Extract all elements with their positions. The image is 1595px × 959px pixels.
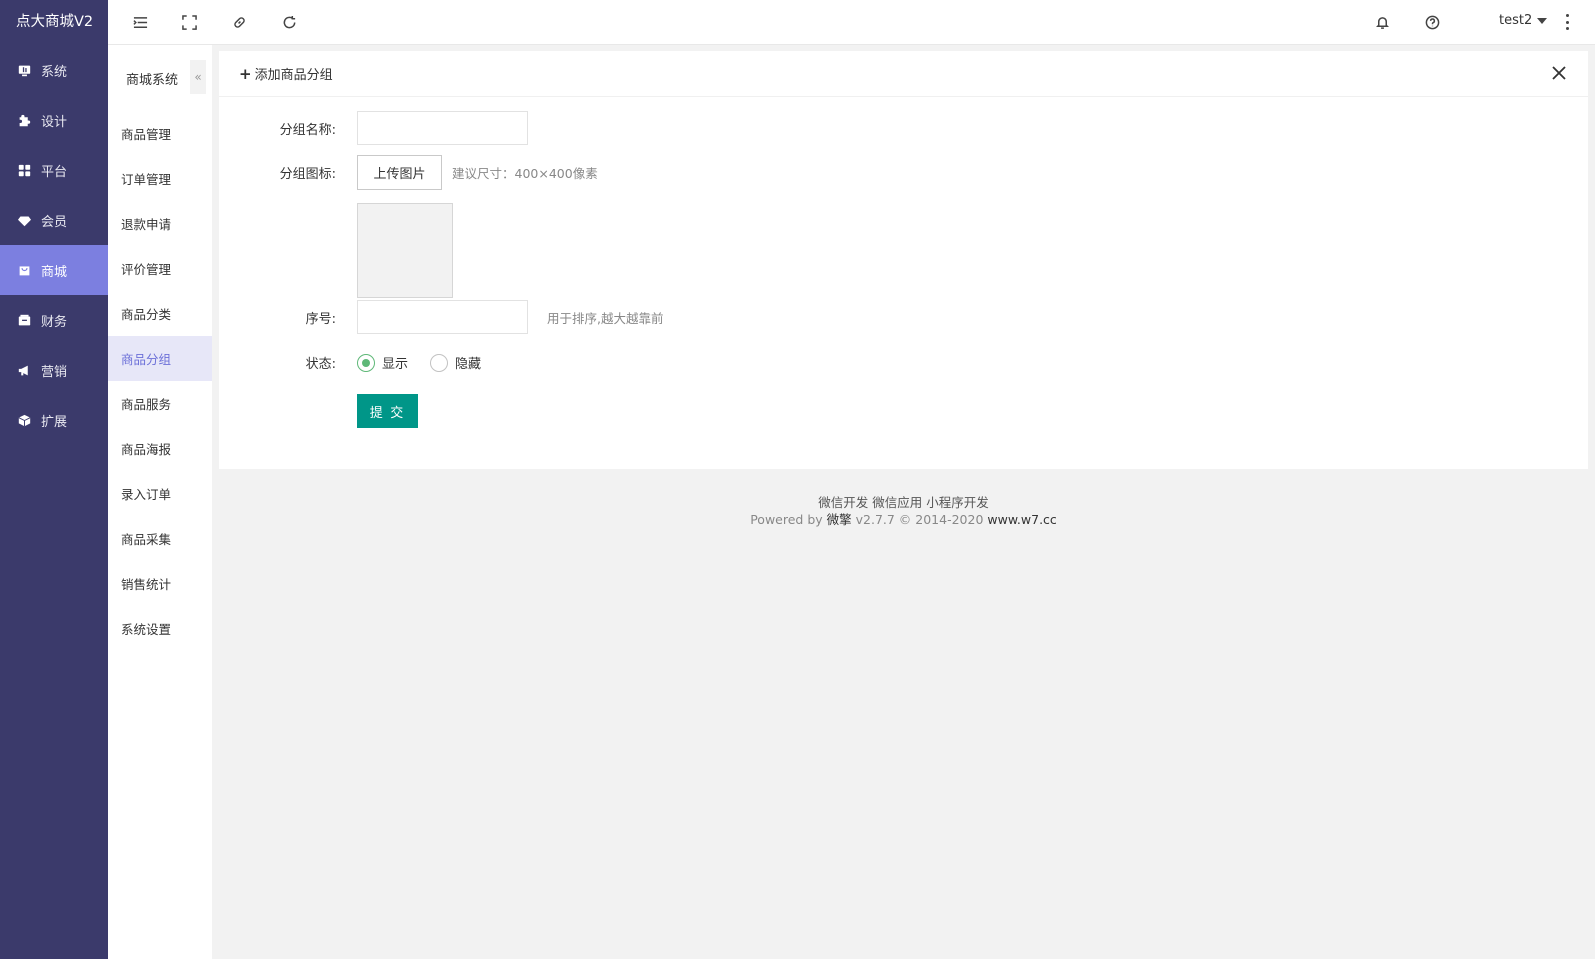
link-icon[interactable]: [230, 13, 248, 31]
sub-nav-item-categories[interactable]: 商品分类: [108, 291, 212, 336]
group-name-field-wrap: [357, 111, 528, 145]
card-title: 添加商品分组: [254, 68, 333, 83]
sub-nav-item-orders[interactable]: 订单管理: [108, 156, 212, 201]
menu-toggle-icon[interactable]: [131, 13, 149, 31]
main-nav-label: 营销: [41, 364, 68, 380]
submit-button[interactable]: 提 交: [357, 394, 418, 428]
main-nav: 系统 设计 平台 会员 商城 财务 营销 扩展: [0, 45, 108, 445]
main-sidebar: 点大商城V2 系统 设计 平台 会员 商城 财务 营销 扩展: [0, 0, 108, 959]
order-label: 序号:: [305, 311, 336, 327]
footer-links[interactable]: 微信开发 微信应用 小程序开发: [212, 494, 1595, 511]
sub-nav-item-enter-order[interactable]: 录入订单: [108, 471, 212, 516]
collapse-sidebar-button[interactable]: «: [190, 60, 206, 94]
group-icon-field-wrap: 上传图片 建议尺寸：400×400像素: [357, 155, 598, 190]
status-radio-show[interactable]: 显示: [357, 353, 408, 372]
group-icon-label: 分组图标:: [279, 167, 336, 182]
sub-nav-item-sales-stats[interactable]: 销售统计: [108, 561, 212, 606]
main-nav-label: 扩展: [41, 414, 68, 430]
main-nav-item-design[interactable]: 设计: [0, 95, 108, 145]
sub-nav: 商品管理 订单管理 退款申请 评价管理 商品分类 商品分组 商品服务 商品海报 …: [108, 111, 212, 651]
main-nav-item-extension[interactable]: 扩展: [0, 395, 108, 445]
sub-nav-item-services[interactable]: 商品服务: [108, 381, 212, 426]
powered-brand-link[interactable]: 微擎: [827, 512, 852, 527]
main-nav-label: 财务: [41, 314, 68, 330]
brand-logo[interactable]: 点大商城V2: [0, 0, 108, 45]
caret-down-icon: [1537, 17, 1548, 24]
sub-sidebar-title: 商城系统: [126, 72, 179, 88]
status-radio-hide[interactable]: 隐藏: [430, 353, 481, 372]
radio-checked-icon: [357, 353, 375, 372]
sub-sidebar-header: 商城系统 «: [108, 45, 212, 111]
sub-nav-item-groups[interactable]: 商品分组: [108, 336, 212, 381]
order-input[interactable]: [357, 300, 528, 334]
more-vertical-icon[interactable]: [1564, 14, 1570, 30]
group-name-label: 分组名称:: [279, 122, 336, 138]
order-hint: 用于排序,越大越靠前: [547, 310, 664, 326]
powered-site-link[interactable]: www.w7.cc: [987, 512, 1056, 527]
main-nav-item-platform[interactable]: 平台: [0, 145, 108, 195]
main-nav-item-mall[interactable]: 商城: [0, 245, 108, 295]
sub-nav-item-collect[interactable]: 商品采集: [108, 516, 212, 561]
main-nav-item-member[interactable]: 会员: [0, 195, 108, 245]
form-row-name: 分组名称:: [219, 111, 1588, 145]
submit-wrap: 提 交: [357, 394, 418, 428]
sub-nav-item-reviews[interactable]: 评价管理: [108, 246, 212, 291]
sub-nav-item-refunds[interactable]: 退款申请: [108, 201, 212, 246]
footer-powered: Powered by 微擎 v2.7.7 © 2014-2020 www.w7.…: [212, 511, 1595, 528]
status-option-label: 隐藏: [455, 357, 482, 372]
card-header: + 添加商品分组: [219, 51, 1588, 97]
powered-prefix: Powered by: [750, 512, 827, 527]
bell-icon[interactable]: [1373, 13, 1391, 31]
form-row-order: 序号: 用于排序,越大越靠前: [219, 300, 1588, 334]
plus-icon: +: [239, 64, 252, 83]
radio-unchecked-icon: [430, 353, 449, 372]
grid-icon: [17, 163, 31, 177]
main-nav-label: 商城: [41, 264, 68, 280]
upload-size-hint: 建议尺寸：400×400像素: [452, 166, 598, 181]
footer: 微信开发 微信应用 小程序开发 Powered by 微擎 v2.7.7 © 2…: [212, 494, 1595, 528]
main-nav-label: 设计: [41, 114, 68, 130]
sub-sidebar: 商城系统 « 商品管理 订单管理 退款申请 评价管理 商品分类 商品分组 商品服…: [108, 45, 212, 959]
powered-version: v2.7.7 © 2014-2020: [851, 512, 988, 527]
monitor-icon: [17, 63, 31, 77]
user-menu[interactable]: test2: [1499, 13, 1548, 28]
order-field-wrap: 用于排序,越大越靠前: [357, 300, 663, 334]
form-row-icon: 分组图标: 上传图片 建议尺寸：400×400像素: [219, 155, 1588, 190]
sub-nav-item-settings[interactable]: 系统设置: [108, 606, 212, 651]
cube-icon: [17, 413, 31, 427]
help-icon[interactable]: [1423, 13, 1441, 31]
image-preview: [357, 203, 453, 298]
status-option-label: 显示: [382, 357, 409, 372]
status-field-wrap: 显示 隐藏: [357, 353, 503, 372]
group-name-input[interactable]: [357, 111, 528, 145]
user-name: test2: [1499, 13, 1533, 28]
top-bar: test2: [108, 0, 1595, 45]
megaphone-icon: [17, 363, 31, 377]
main-nav-label: 会员: [41, 214, 68, 230]
main-nav-label: 系统: [41, 64, 68, 80]
refresh-icon[interactable]: [280, 13, 298, 31]
main-nav-item-system[interactable]: 系统: [0, 45, 108, 95]
sub-nav-item-posters[interactable]: 商品海报: [108, 426, 212, 471]
main-nav-item-marketing[interactable]: 营销: [0, 345, 108, 395]
close-icon[interactable]: [1552, 66, 1568, 82]
upload-image-button[interactable]: 上传图片: [357, 155, 442, 190]
main-nav-label: 平台: [41, 164, 68, 180]
sub-nav-item-goods[interactable]: 商品管理: [108, 111, 212, 156]
puzzle-icon: [17, 113, 31, 127]
shop-icon: [17, 263, 31, 277]
form-row-submit: 提 交: [219, 394, 1588, 428]
fullscreen-icon[interactable]: [180, 13, 198, 31]
form-row-status: 状态: 显示 隐藏: [219, 353, 1588, 372]
add-group-card: + 添加商品分组 分组名称: 分组图标: 上传图片 建议尺寸：400×400像素…: [219, 51, 1588, 469]
main-nav-item-finance[interactable]: 财务: [0, 295, 108, 345]
status-label: 状态:: [305, 357, 336, 372]
wallet-icon: [17, 313, 31, 327]
diamond-icon: [17, 213, 31, 227]
